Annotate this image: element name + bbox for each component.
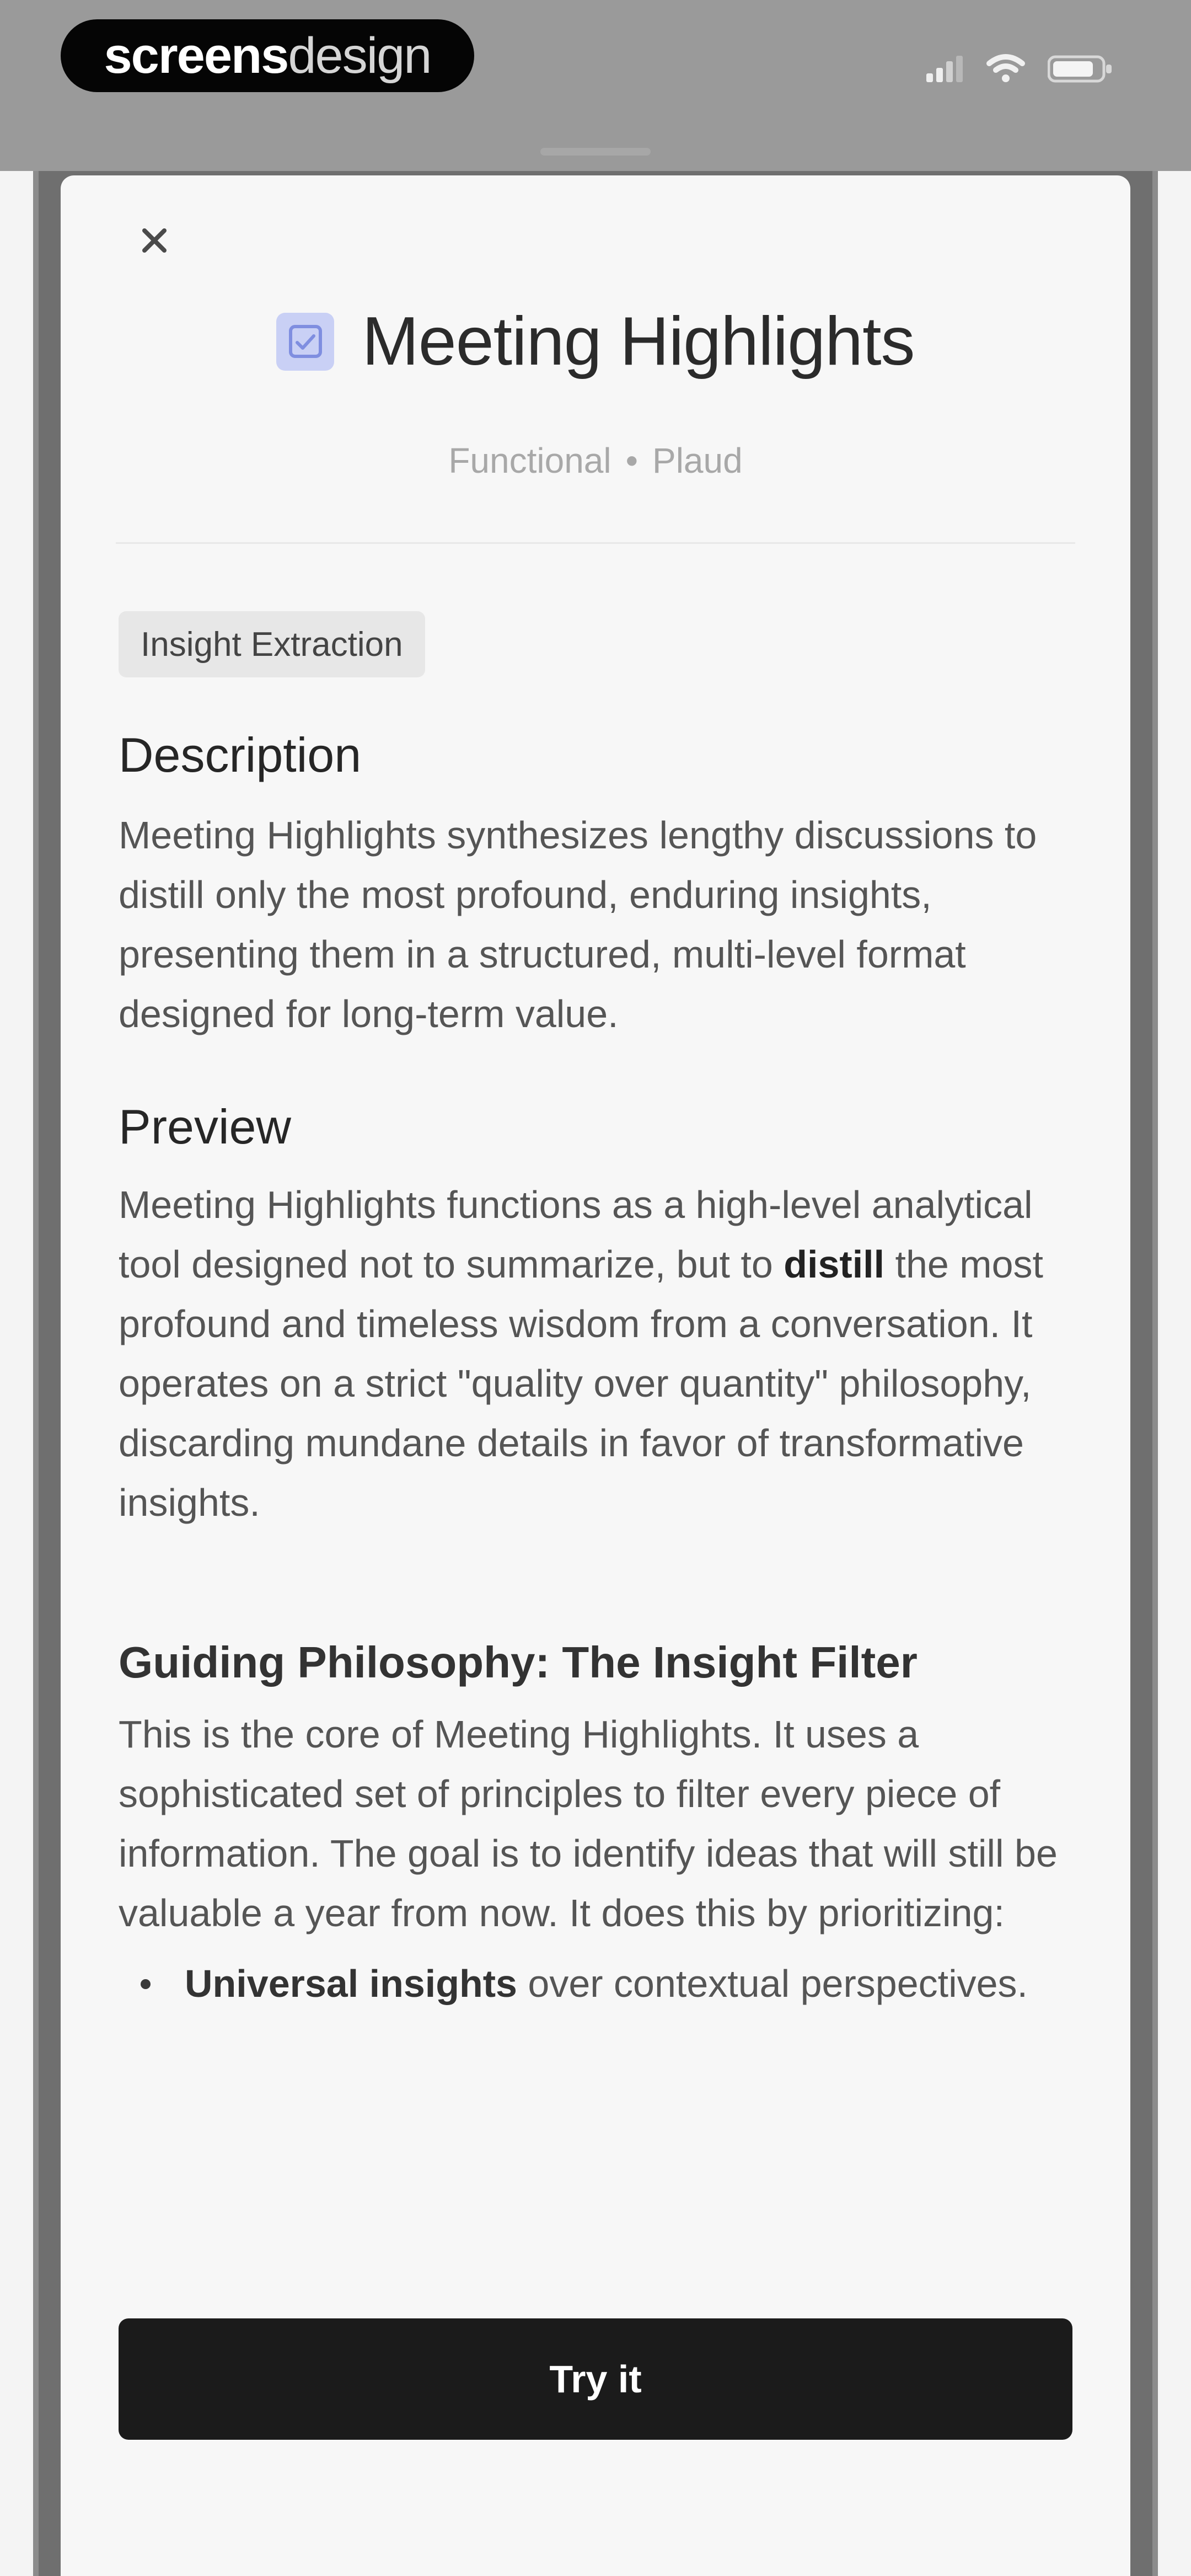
close-button[interactable] — [127, 213, 182, 268]
category-tag: Insight Extraction — [119, 611, 425, 677]
signal-icon — [926, 56, 963, 82]
template-content: Description Meeting Highlights synthesiz… — [119, 727, 1089, 2013]
background-page-right — [1152, 171, 1191, 2576]
description-heading: Description — [119, 728, 362, 782]
status-icons — [925, 52, 1114, 85]
brand-light: design — [288, 27, 432, 84]
brand-logo: screens design — [61, 19, 474, 92]
status-bar: screens design — [0, 0, 1191, 171]
philosophy-bullet: Universal insights over contextual persp… — [141, 1954, 1089, 2013]
close-icon — [142, 228, 167, 253]
template-meta: Functional • Plaud — [61, 440, 1130, 481]
philosophy-text: This is the core of Meeting Highlights. … — [119, 1713, 1058, 1934]
try-it-button[interactable]: Try it — [119, 2318, 1072, 2440]
bullet-bold: Universal insights — [185, 1962, 517, 2005]
preview-text-bold: distill — [784, 1243, 885, 1286]
wifi-icon — [986, 54, 1025, 82]
background-page-left — [0, 171, 39, 2576]
template-title: Meeting Highlights — [362, 303, 915, 380]
header-divider — [116, 542, 1075, 544]
philosophy-heading: Guiding Philosophy: The Insight Filter — [119, 1638, 918, 1687]
preview-heading: Preview — [119, 1099, 291, 1154]
template-detail-sheet: Meeting Highlights Functional • Plaud Insi… — [61, 148, 1130, 2576]
bullet-rest: over contextual perspectives. — [517, 1962, 1028, 2005]
checklist-icon — [276, 312, 335, 371]
brand-strong: screens — [104, 27, 289, 84]
description-text: Meeting Highlights synthesizes lengthy d… — [119, 814, 1037, 1035]
preview-text: Meeting Highlights functions as a high-l… — [119, 1175, 1089, 1532]
sheet-handle[interactable] — [540, 148, 651, 156]
meta-source: Plaud — [652, 441, 743, 480]
title-row: Meeting Highlights — [61, 302, 1130, 381]
philosophy-bullets: Universal insights over contextual persp… — [119, 1954, 1089, 2013]
meta-separator: • — [625, 441, 638, 480]
meta-category: Functional — [448, 441, 611, 480]
battery-icon — [1048, 55, 1112, 83]
